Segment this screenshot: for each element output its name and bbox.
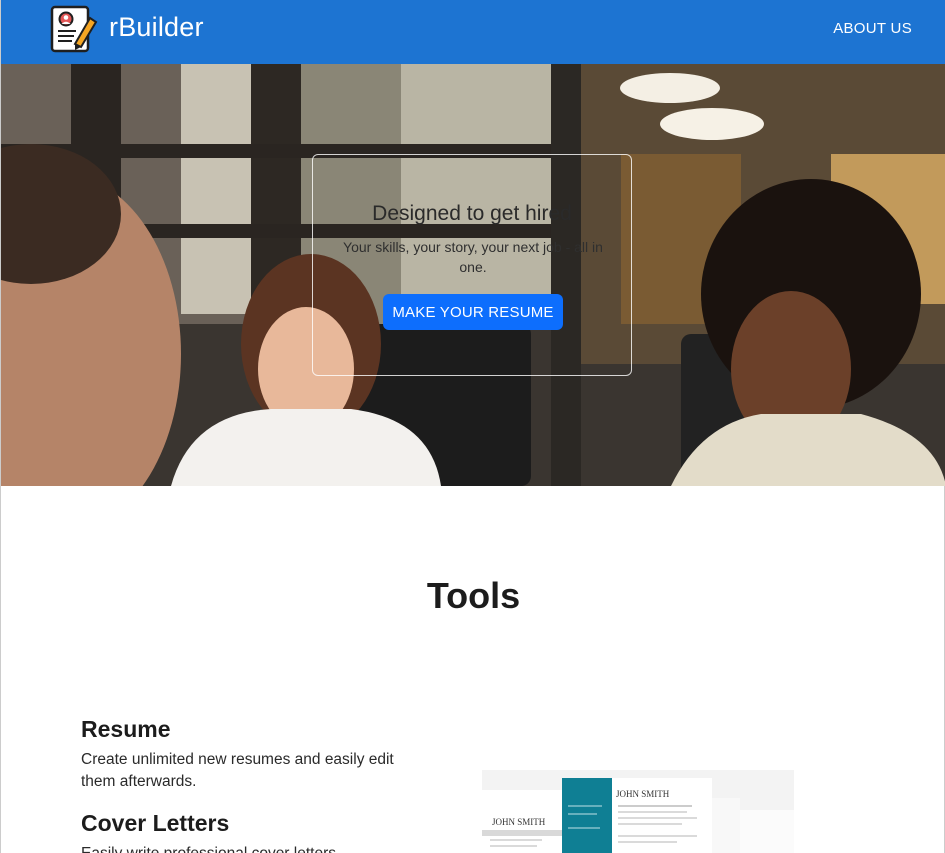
about-us-link[interactable]: ABOUT US	[833, 20, 912, 37]
preview-name-right: JOHN SMITH	[616, 789, 670, 799]
tools-heading: Tools	[426, 575, 521, 616]
cover-letters-tool-title: Cover Letters	[81, 810, 230, 836]
resume-edit-icon[interactable]	[50, 5, 99, 54]
resume-preview-image: JOHN SMITH JOHN SMITH	[482, 770, 794, 853]
navbar: rBuilder ABOUT US	[1, 0, 945, 64]
preview-name-left: JOHN SMITH	[492, 817, 546, 827]
resume-tool-title: Resume	[81, 716, 171, 742]
brand-name[interactable]: rBuilder	[109, 12, 204, 43]
hero-banner: Designed to get hired Your skills, your …	[1, 64, 945, 486]
hero-title: Designed to get hired	[372, 202, 572, 225]
resume-tool-description: Create unlimited new resumes and easily …	[81, 751, 394, 790]
cover-letters-tool-description: Easily write professional cover letters.	[81, 843, 421, 853]
make-resume-button[interactable]: MAKE YOUR RESUME	[383, 294, 563, 330]
resume-template-preview: JOHN SMITH JOHN SMITH	[482, 770, 794, 853]
hero-subtitle: Your skills, your story, your next job -…	[343, 239, 603, 275]
hero-card: Designed to get hired Your skills, your …	[312, 154, 632, 376]
